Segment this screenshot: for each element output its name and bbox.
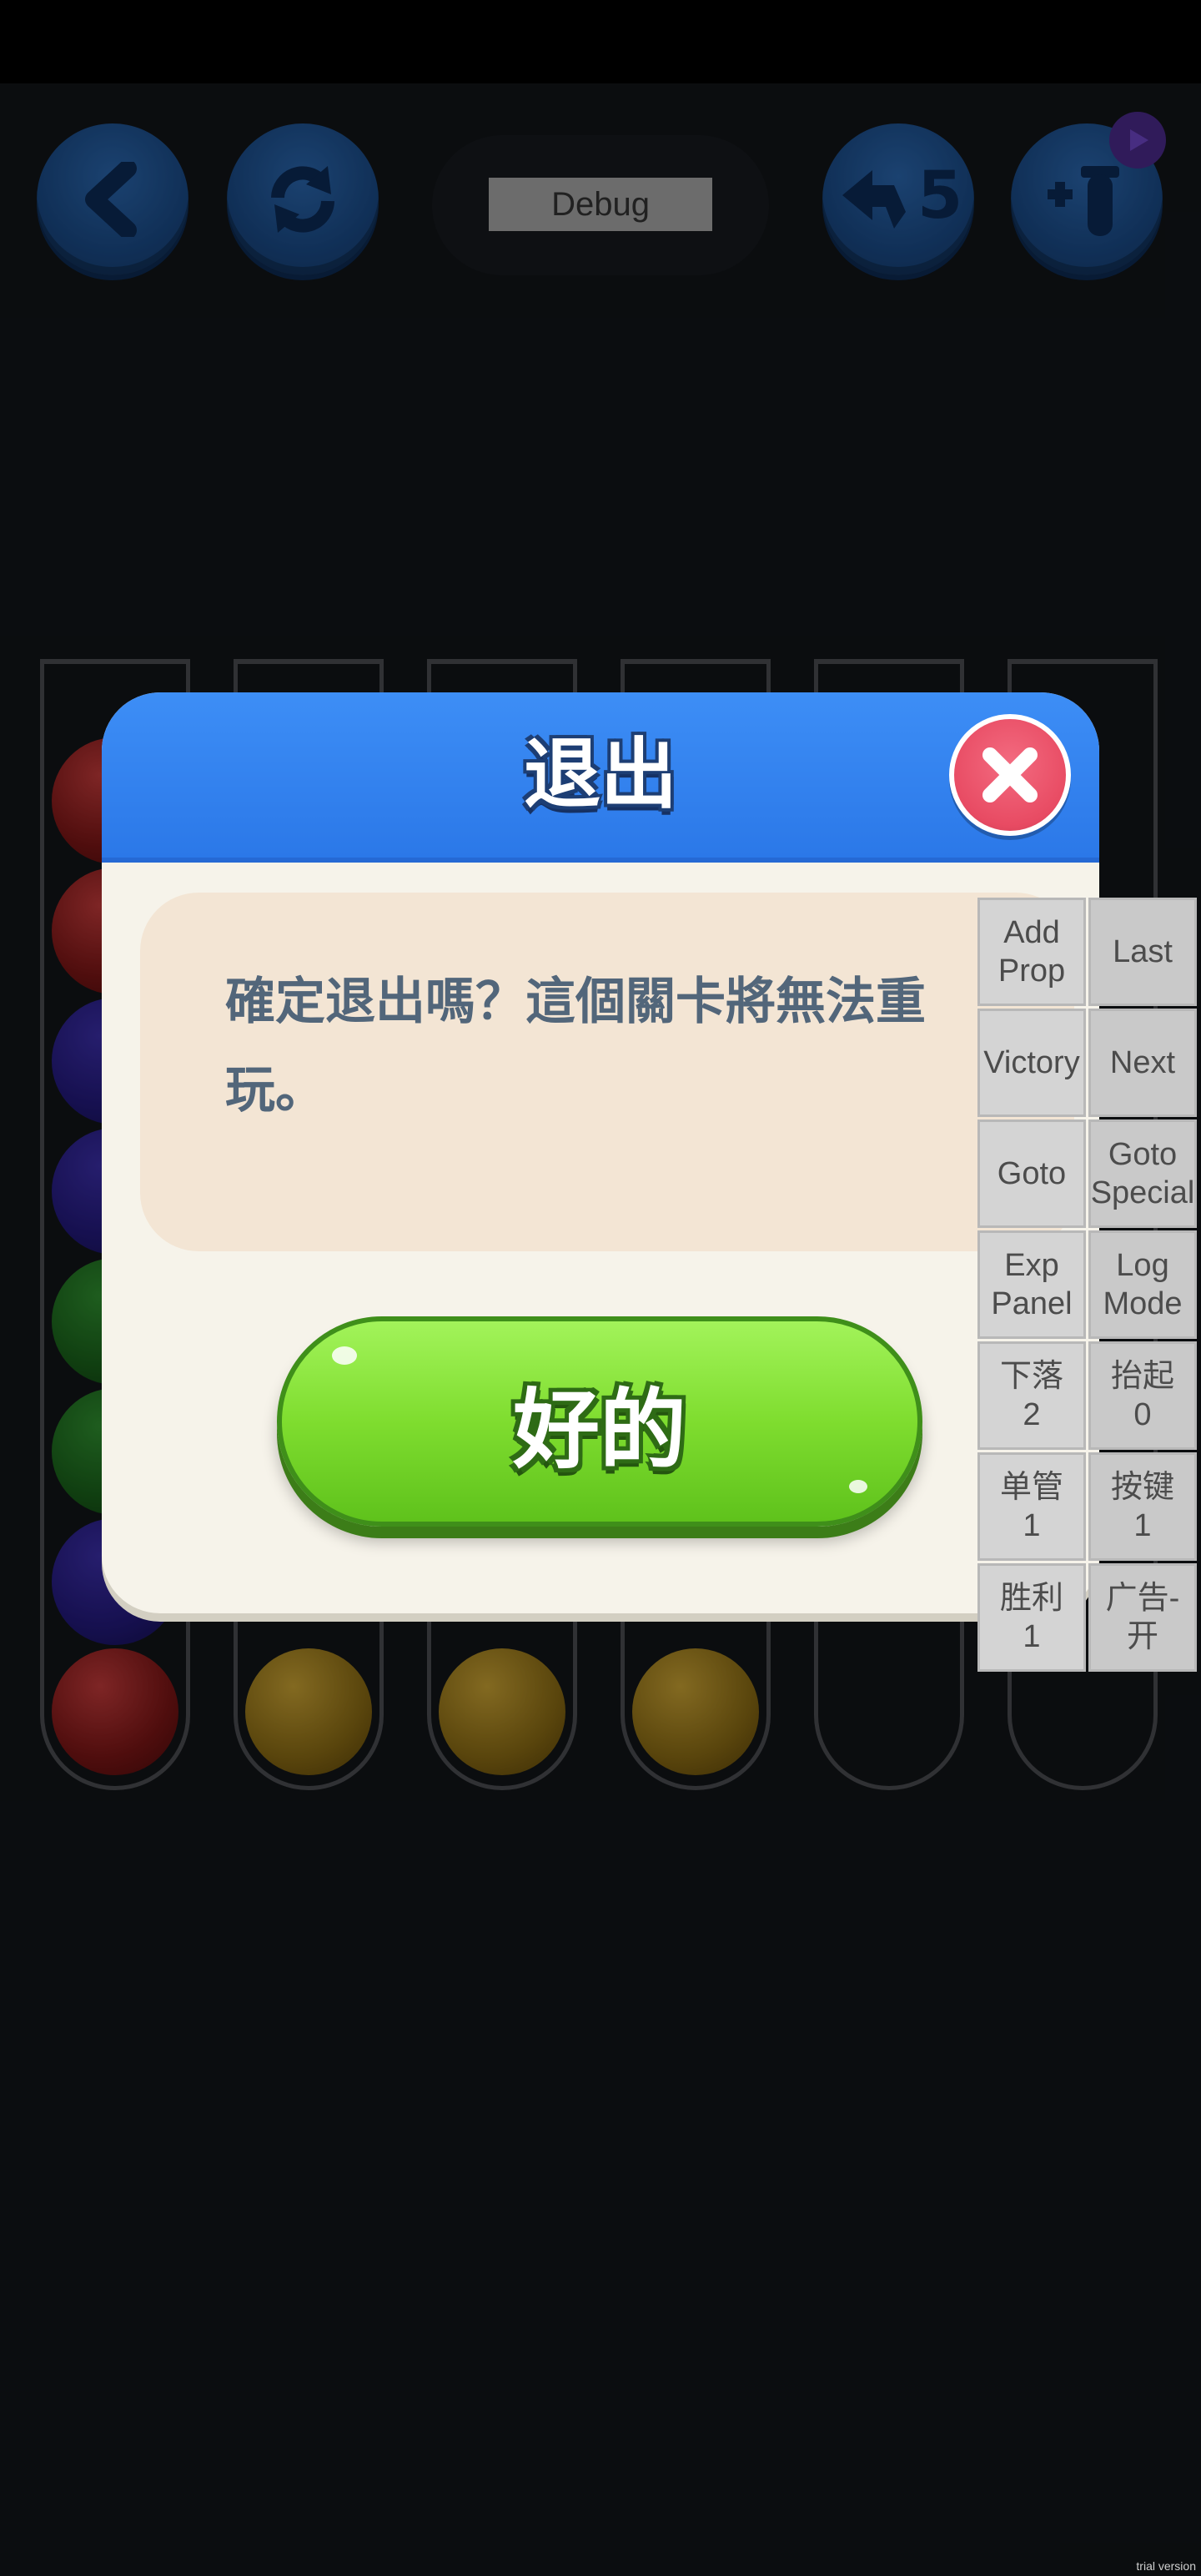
status-bar [0,0,1201,83]
debug-button[interactable]: 单管 1 [977,1452,1086,1561]
debug-button[interactable]: 下落 2 [977,1341,1086,1450]
debug-button[interactable]: Add Prop [977,898,1086,1006]
debug-button[interactable]: Goto Special [1088,1119,1197,1228]
debug-button[interactable]: 广告-开 [1088,1563,1197,1672]
button-shine [332,1346,357,1365]
ok-button-label: 好的 [512,1378,686,1481]
debug-button[interactable]: 胜利 1 [977,1563,1086,1672]
debug-button[interactable]: 按键 1 [1088,1452,1197,1561]
debug-button[interactable]: Last [1088,898,1197,1006]
debug-button[interactable]: Goto [977,1119,1086,1228]
close-icon [982,747,1038,802]
debug-button[interactable]: Log Mode [1088,1230,1197,1339]
close-button[interactable] [949,714,1071,836]
debug-button[interactable]: Victory [977,1009,1086,1117]
debug-button[interactable]: 抬起 0 [1088,1341,1197,1450]
button-shine [849,1480,867,1493]
debug-button[interactable]: Exp Panel [977,1230,1086,1339]
debug-button[interactable]: Next [1088,1009,1197,1117]
trial-watermark: trial version [1136,2559,1196,2573]
ok-button[interactable]: 好的 [277,1316,922,1527]
dialog-message: 確定退出嗎？這個關卡將無法重玩。 [225,973,926,1119]
